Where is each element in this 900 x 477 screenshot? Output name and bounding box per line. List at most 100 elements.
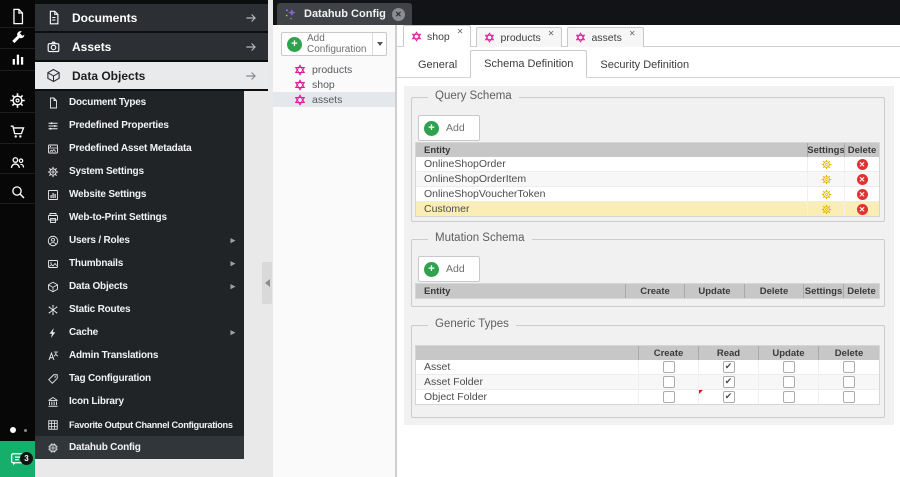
website-stats-icon	[47, 189, 59, 201]
delete-icon[interactable]: ✕	[856, 158, 868, 170]
menu-item-admin-translations[interactable]: Admin Translations	[35, 344, 244, 367]
menu-item-favorite-output-channel-configurations[interactable]: Favorite Output Channel Configurations	[35, 413, 244, 436]
table-row[interactable]: Asset Folder	[416, 374, 879, 389]
column-header-create[interactable]: Create	[625, 284, 684, 298]
menu-item-data-objects[interactable]: Data Objects ▸	[35, 275, 244, 298]
close-tab-icon[interactable]: ✕	[391, 7, 405, 21]
sliders-icon	[47, 120, 59, 132]
rail-divider	[0, 203, 35, 204]
settings-gear-icon[interactable]	[821, 159, 832, 170]
create-checkbox[interactable]	[662, 361, 675, 373]
subtab-security-definition[interactable]: Security Definition	[587, 53, 702, 77]
menu-item-web-to-print-settings[interactable]: Web-to-Print Settings	[35, 206, 244, 229]
tab-datahub-config[interactable]: Datahub Config ✕	[277, 3, 412, 25]
settings-gear-icon[interactable]	[821, 174, 832, 185]
sidebar-section-documents[interactable]: Documents	[35, 4, 268, 31]
settings-gear-icon[interactable]	[0, 90, 35, 110]
datahub-star-icon	[484, 32, 495, 43]
reports-chart-icon[interactable]	[0, 49, 35, 69]
create-checkbox[interactable]	[662, 376, 675, 388]
mutation-add-button[interactable]: + Add	[418, 256, 480, 282]
menu-item-document-types[interactable]: Document Types	[35, 91, 244, 114]
table-row[interactable]: Asset	[416, 360, 879, 374]
settings-gear-icon[interactable]	[821, 189, 832, 200]
generic-types-grid: Create Read Update Delete Asset ✔ Asset …	[415, 345, 880, 405]
column-header-read[interactable]: Read	[698, 346, 758, 360]
ecommerce-cart-icon[interactable]	[0, 121, 35, 141]
asset-metadata-icon	[47, 143, 59, 155]
menu-item-predefined-asset-metadata[interactable]: Predefined Asset Metadata	[35, 137, 244, 160]
delete-checkbox[interactable]	[843, 391, 855, 403]
update-checkbox[interactable]	[782, 376, 795, 388]
chat-button[interactable]: 3	[0, 441, 35, 477]
add-configuration-button[interactable]: + Add Configuration	[281, 32, 387, 56]
delete-icon[interactable]: ✕	[856, 173, 868, 185]
configuration-tree: products shop assets	[273, 62, 395, 107]
column-header-delete[interactable]: Delete	[744, 284, 803, 298]
tools-wrench-icon[interactable]	[0, 28, 35, 48]
tab-assets[interactable]: assets ✕	[567, 27, 644, 47]
tree-item-products[interactable]: products	[273, 62, 395, 77]
delete-checkbox[interactable]	[843, 361, 855, 373]
subtab-schema-definition[interactable]: Schema Definition	[470, 50, 588, 78]
sidebar-section-assets[interactable]: Assets	[35, 33, 268, 60]
menu-item-cache[interactable]: Cache ▸	[35, 321, 244, 344]
column-header-update[interactable]: Update	[684, 284, 744, 298]
read-checkbox[interactable]	[722, 376, 735, 388]
read-checkbox[interactable]	[722, 391, 735, 403]
menu-item-static-routes[interactable]: Static Routes	[35, 298, 244, 321]
menu-item-system-settings[interactable]: System Settings	[35, 160, 244, 183]
tree-item-shop[interactable]: shop	[273, 77, 395, 92]
column-header-settings[interactable]: Settings	[803, 284, 843, 298]
column-header-create[interactable]: Create	[638, 346, 698, 360]
search-icon[interactable]	[0, 182, 35, 202]
delete-icon[interactable]: ✕	[856, 203, 868, 215]
cube-icon	[47, 281, 59, 293]
tab-products[interactable]: products ✕	[476, 27, 563, 47]
tab-shop[interactable]: shop ✕	[403, 25, 472, 47]
menu-item-users-roles[interactable]: Users / Roles ▸	[35, 229, 244, 252]
sidebar-collapse-handle[interactable]	[262, 262, 272, 304]
column-header-entity[interactable]: Entity	[416, 143, 807, 157]
create-checkbox[interactable]	[662, 391, 675, 403]
column-header-settings[interactable]: Settings	[807, 143, 845, 157]
menu-item-datahub-config[interactable]: Datahub Config	[35, 436, 244, 459]
users-icon[interactable]	[0, 152, 35, 172]
table-row[interactable]: OnlineShopOrder ✕	[416, 157, 879, 171]
column-header-delete[interactable]: Delete	[844, 143, 879, 157]
tree-item-assets[interactable]: assets	[273, 92, 395, 107]
close-icon[interactable]: ✕	[457, 27, 464, 36]
menu-item-website-settings[interactable]: Website Settings	[35, 183, 244, 206]
menu-item-predefined-properties[interactable]: Predefined Properties	[35, 114, 244, 137]
update-checkbox[interactable]	[782, 391, 795, 403]
table-row-highlighted[interactable]: Customer ✕	[416, 201, 879, 216]
column-header-update[interactable]: Update	[758, 346, 818, 360]
delete-icon[interactable]: ✕	[856, 188, 868, 200]
query-add-button[interactable]: + Add	[418, 115, 480, 141]
menu-item-icon-library[interactable]: Icon Library	[35, 390, 244, 413]
menu-item-thumbnails[interactable]: Thumbnails ▸	[35, 252, 244, 275]
query-schema-grid: Entity Settings Delete OnlineShopOrder ✕…	[415, 142, 880, 217]
grid-header: Entity Settings Delete	[416, 143, 879, 157]
rail-divider	[0, 143, 35, 144]
file-icon[interactable]	[0, 6, 35, 26]
chevron-left-icon	[264, 279, 270, 287]
menu-item-tag-configuration[interactable]: Tag Configuration	[35, 367, 244, 390]
close-icon[interactable]: ✕	[629, 29, 636, 38]
add-configuration-dropdown[interactable]	[372, 33, 386, 55]
delete-checkbox[interactable]	[843, 376, 855, 388]
subtab-general[interactable]: General	[405, 53, 470, 77]
close-icon[interactable]: ✕	[548, 29, 555, 38]
table-row[interactable]: OnlineShopOrderItem ✕	[416, 171, 879, 186]
settings-gear-icon[interactable]	[821, 204, 832, 215]
table-row[interactable]: Object Folder	[416, 389, 879, 404]
image-icon	[47, 258, 59, 270]
update-checkbox[interactable]	[782, 361, 795, 373]
sidebar-section-data-objects[interactable]: Data Objects	[35, 62, 268, 89]
read-checkbox[interactable]	[722, 361, 735, 373]
table-row[interactable]: OnlineShopVoucherToken ✕	[416, 186, 879, 201]
arrow-right-icon	[244, 69, 258, 83]
column-header-entity[interactable]: Entity	[416, 284, 625, 298]
column-header-delete[interactable]: Delete	[843, 284, 879, 298]
column-header-delete[interactable]: Delete	[818, 346, 879, 360]
